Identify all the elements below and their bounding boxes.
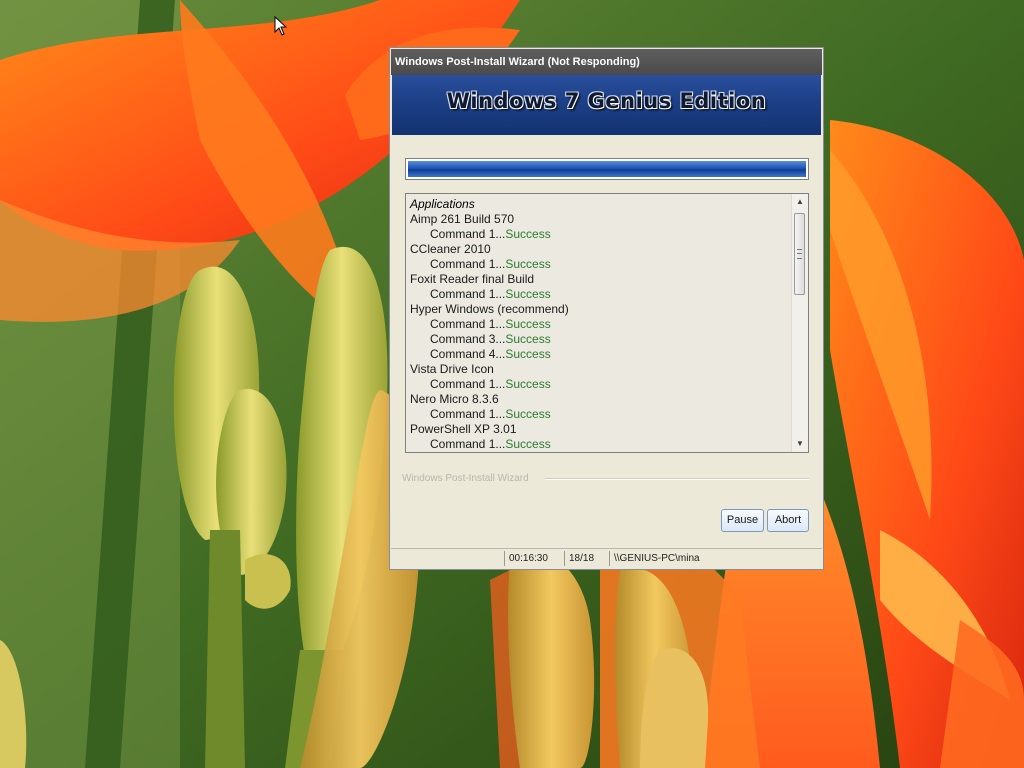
log-command-row: Command 1...Success (410, 407, 790, 422)
log-scrollbar[interactable]: ▲ ▼ (791, 194, 808, 452)
abort-button[interactable]: Abort (767, 509, 809, 532)
log-app-name: CCleaner 2010 (410, 242, 790, 257)
desktop: Windows Post-Install Wizard (Not Respond… (0, 0, 1024, 768)
scroll-down-icon[interactable]: ▼ (792, 436, 808, 452)
status-badge: Success (505, 437, 551, 451)
log-app-name: Aimp 261 Build 570 (410, 212, 790, 227)
log-row-text: Applications (410, 197, 475, 211)
log-row-text: Command 1... (430, 257, 506, 271)
log-row-text: Nero Micro 8.3.6 (410, 392, 499, 406)
grip-icon (797, 249, 802, 259)
log-lines: Applications Aimp 261 Build 570 Command 1.… (410, 197, 790, 452)
log-row-text: CCleaner 2010 (410, 242, 491, 256)
log-command-row: Command 4...Success (410, 347, 790, 362)
status-badge: Success (505, 407, 551, 421)
log-command-row: Command 1...Success (410, 377, 790, 392)
status-bar: 00:16:30 18/18 \\GENIUS-PC\mina (391, 548, 822, 568)
log-row-text: Command 1... (430, 377, 506, 391)
elapsed-time: 00:16:30 (504, 551, 558, 566)
groupbox-divider (545, 478, 809, 480)
log-row-text: Command 1... (430, 287, 506, 301)
log-row-text: Command 3... (430, 332, 506, 346)
post-install-wizard-window: Windows Post-Install Wizard (Not Respond… (389, 47, 824, 570)
progress-fill (408, 161, 806, 177)
log-row-text: Command 1... (430, 407, 506, 421)
install-log-list[interactable]: Applications Aimp 261 Build 570 Command 1.… (405, 193, 809, 453)
status-badge: Success (505, 227, 551, 241)
mouse-cursor-icon (274, 16, 288, 36)
scroll-up-icon[interactable]: ▲ (792, 194, 808, 210)
status-badge: Success (505, 347, 551, 361)
log-section-header: Applications (410, 197, 790, 212)
log-row-text: Command 4... (430, 347, 506, 361)
user-path: \\GENIUS-PC\mina (609, 551, 819, 566)
window-title[interactable]: Windows Post-Install Wizard (Not Respond… (391, 49, 822, 75)
log-command-row: Command 1...Success (410, 437, 790, 452)
log-app-name: Vista Drive Icon (410, 362, 790, 377)
log-app-name: PowerShell XP 3.01 (410, 422, 790, 437)
log-app-name: Hyper Windows (recommend) (410, 302, 790, 317)
log-row-text: Vista Drive Icon (410, 362, 494, 376)
log-row-text: Command 1... (430, 227, 506, 241)
log-row-text: PowerShell XP 3.01 (410, 422, 517, 436)
status-badge: Success (505, 332, 551, 346)
status-badge: Success (505, 257, 551, 271)
groupbox-label: Windows Post-Install Wizard (402, 473, 529, 484)
log-app-name: Foxit Reader final Build (410, 272, 790, 287)
item-count: 18/18 (564, 551, 606, 566)
log-app-name: Nero Micro 8.3.6 (410, 392, 790, 407)
banner-title: Windows 7 Genius Edition (446, 89, 767, 113)
install-progress-bar (405, 158, 809, 180)
log-row-text: Command 1... (430, 317, 506, 331)
log-row-text: Aimp 261 Build 570 (410, 212, 515, 226)
status-badge: Success (505, 377, 551, 391)
log-row-text: Command 1... (430, 437, 506, 451)
log-command-row: Command 3...Success (410, 332, 790, 347)
log-command-row: Command 1...Success (410, 227, 790, 242)
log-command-row: Command 1...Success (410, 257, 790, 272)
scroll-thumb[interactable] (794, 213, 805, 295)
log-row-text: Foxit Reader final Build (410, 272, 535, 286)
banner: Windows 7 Genius Edition (392, 75, 821, 135)
pause-button[interactable]: Pause (721, 509, 764, 532)
log-row-text: Hyper Windows (recommend) (410, 302, 569, 316)
log-command-row: Command 1...Success (410, 317, 790, 332)
status-badge: Success (505, 287, 551, 301)
status-badge: Success (505, 317, 551, 331)
log-command-row: Command 1...Success (410, 287, 790, 302)
